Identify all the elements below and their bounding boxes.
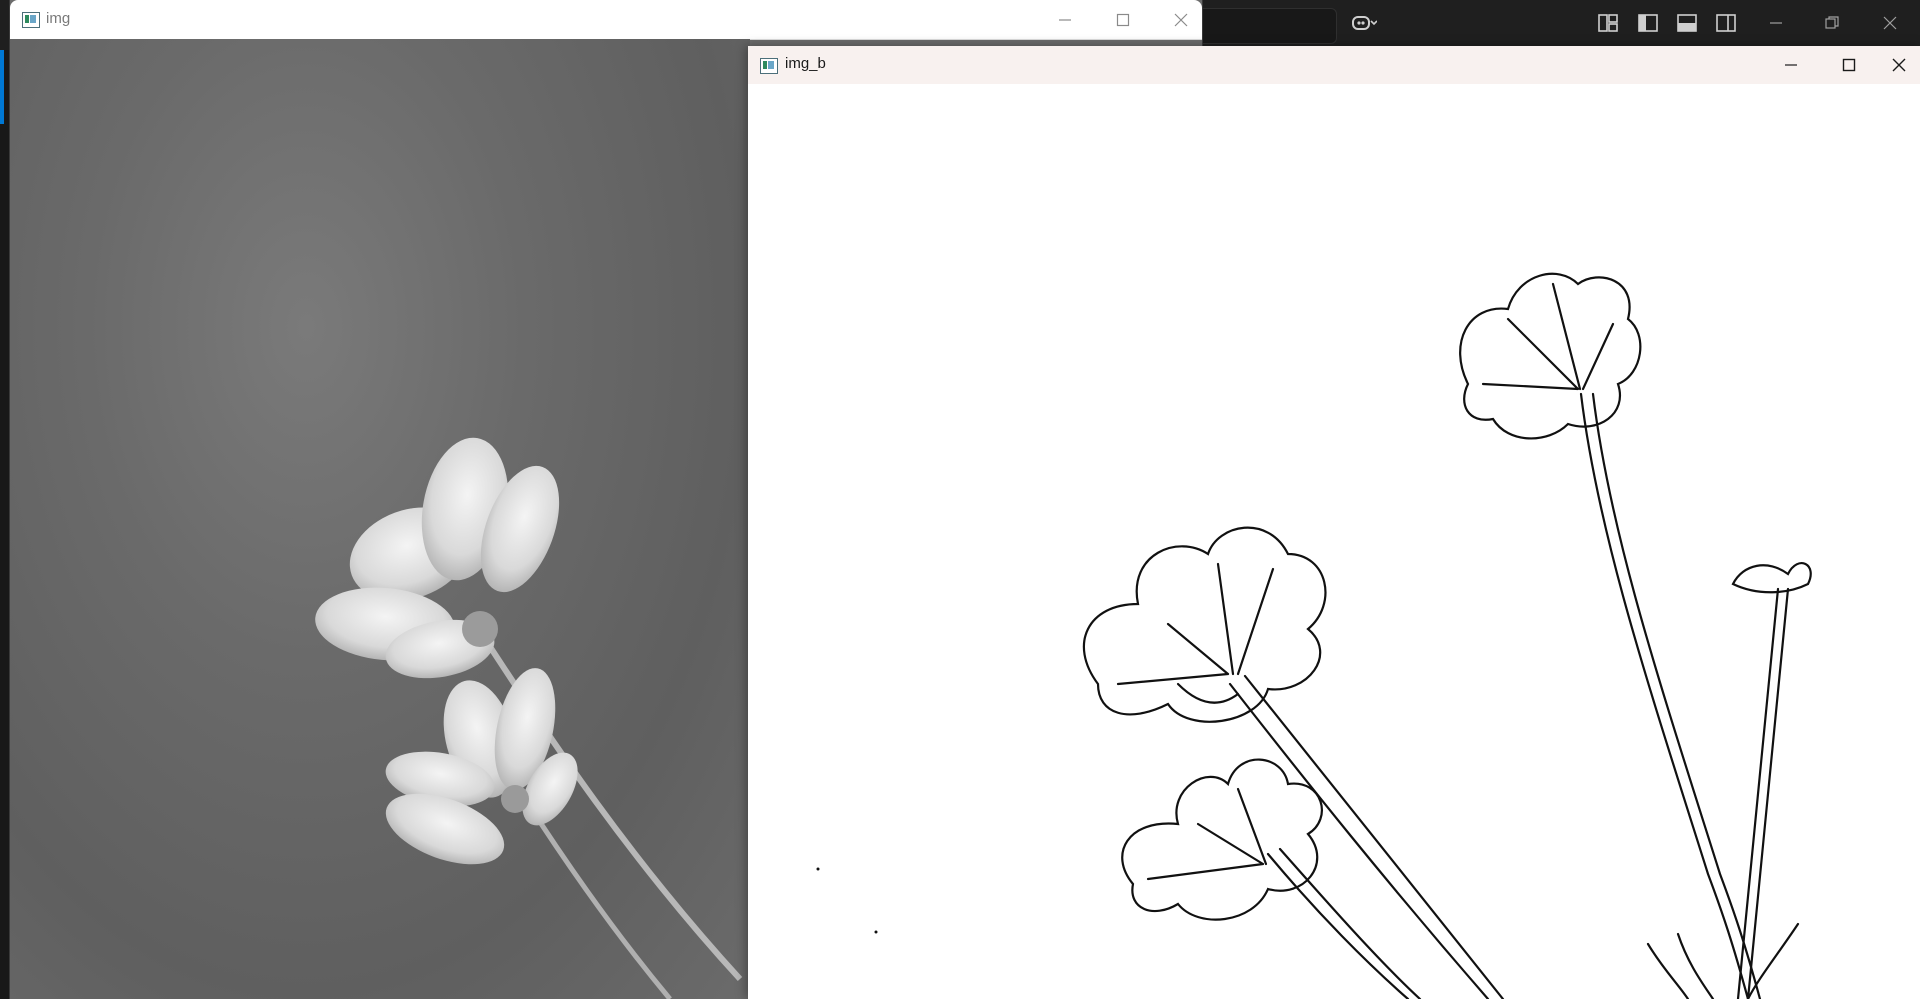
minimize-icon — [1784, 58, 1798, 72]
toggle-primary-sidebar-icon — [1638, 13, 1658, 37]
close-icon — [1883, 16, 1897, 35]
ide-activity-bar — [0, 50, 10, 999]
opencv-window-icon — [22, 12, 40, 28]
edge-detection-image — [748, 84, 1920, 999]
close-icon — [1892, 58, 1906, 72]
ide-restore-button[interactable] — [1818, 12, 1846, 38]
opencv-window-icon — [760, 58, 778, 74]
grayscale-flower-graphic — [315, 437, 743, 999]
window-img-b-minimize-button[interactable] — [1762, 46, 1820, 84]
maximize-icon — [1116, 13, 1130, 27]
window-img-b[interactable]: img_b — [748, 46, 1920, 999]
window-img-minimize-button[interactable] — [1036, 0, 1094, 39]
toggle-panel-icon — [1677, 13, 1697, 37]
ide-active-indicator — [0, 50, 4, 124]
window-img-b-title: img_b — [785, 55, 826, 72]
customize-layout-icon — [1598, 13, 1618, 37]
window-img-titlebar[interactable]: img — [10, 0, 1202, 40]
toggle-primary-sidebar-button[interactable] — [1634, 12, 1662, 38]
restore-icon — [1825, 15, 1839, 35]
window-img-b-titlebar[interactable]: img_b — [748, 46, 1920, 84]
copilot-icon — [1351, 13, 1378, 38]
maximize-icon — [1842, 58, 1856, 72]
grayscale-flower-image — [10, 39, 750, 999]
ide-minimize-button[interactable] — [1762, 12, 1790, 38]
window-img-title: img — [46, 10, 71, 27]
copilot-button[interactable] — [1350, 12, 1378, 38]
window-img-close-button[interactable] — [1152, 0, 1210, 39]
window-img-b-close-button[interactable] — [1878, 46, 1920, 84]
toggle-panel-button[interactable] — [1673, 12, 1701, 38]
minimize-icon — [1769, 16, 1783, 35]
customize-layout-button[interactable] — [1594, 12, 1622, 38]
window-img-maximize-button[interactable] — [1094, 0, 1152, 39]
close-icon — [1174, 13, 1188, 27]
edge-detection-graphic — [816, 272, 1812, 999]
toggle-secondary-sidebar-button[interactable] — [1712, 12, 1740, 38]
toggle-secondary-sidebar-icon — [1716, 13, 1736, 37]
minimize-icon — [1058, 13, 1072, 27]
window-img-b-maximize-button[interactable] — [1820, 46, 1878, 84]
ide-close-button[interactable] — [1876, 12, 1904, 38]
